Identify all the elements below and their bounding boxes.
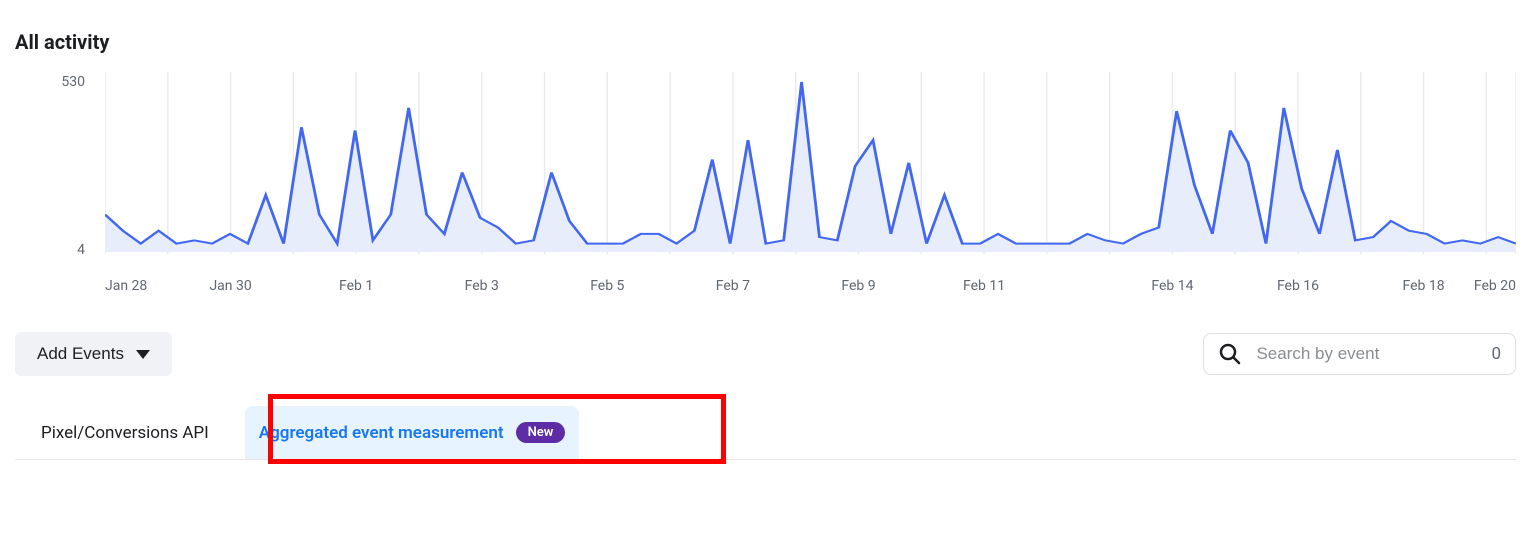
caret-down-icon <box>136 350 150 359</box>
x-axis-tick: Jan 30 <box>209 278 251 294</box>
x-axis-tick: Feb 5 <box>590 278 624 294</box>
tab-aggregated-event-measurement[interactable]: Aggregated event measurement New <box>245 406 580 459</box>
search-input[interactable] <box>1254 343 1479 365</box>
search-container[interactable]: 0 <box>1203 333 1516 375</box>
x-axis-tick: Feb 11 <box>963 278 1005 294</box>
x-axis-tick: Feb 3 <box>465 278 499 294</box>
x-axis-tick: Feb 18 <box>1403 278 1445 294</box>
search-icon <box>1218 342 1242 366</box>
x-axis-labels: Jan 28 Jan 30 Feb 1 Feb 3 Feb 5 Feb 7 Feb 9 Feb… <box>105 278 1516 302</box>
activity-chart: 530 4 Jan 28 Jan 30 Feb 1 Feb 3 Feb 5 Feb 7 Fe… <box>15 72 1516 302</box>
x-axis-tick: Feb 1 <box>339 278 373 294</box>
y-axis-min: 4 <box>77 242 85 258</box>
new-badge: New <box>516 422 566 443</box>
add-events-button[interactable]: Add Events <box>15 332 172 376</box>
x-axis-tick: Jan 28 <box>105 278 147 294</box>
x-axis-tick: Feb 16 <box>1277 278 1319 294</box>
tab-aggregated-label: Aggregated event measurement <box>259 423 504 443</box>
search-count: 0 <box>1491 344 1501 364</box>
page-title: All activity <box>15 30 1516 54</box>
x-axis-tick: Feb 14 <box>1151 278 1193 294</box>
tab-pixel-conversions[interactable]: Pixel/Conversions API <box>27 407 223 459</box>
x-axis-tick: Feb 7 <box>716 278 750 294</box>
tabs: Pixel/Conversions API Aggregated event m… <box>15 406 1516 460</box>
x-axis-tick: Feb 9 <box>841 278 875 294</box>
x-axis-tick: Feb 20 <box>1474 278 1516 294</box>
y-axis-max: 530 <box>61 74 85 90</box>
chart-plot-area <box>105 72 1516 272</box>
add-events-label: Add Events <box>37 344 124 364</box>
